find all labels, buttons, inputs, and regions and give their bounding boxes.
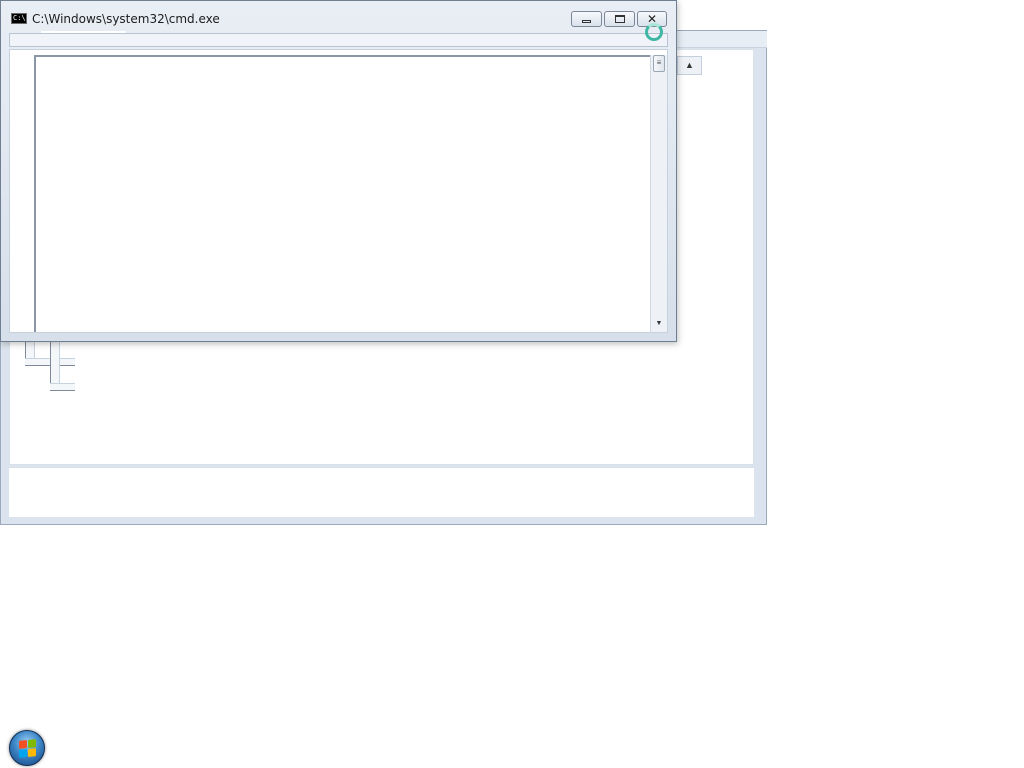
console-output-area[interactable] [34, 55, 650, 332]
console-vertical-scrollbar[interactable]: ≡ ▼ [650, 55, 667, 332]
console-icon[interactable]: C:\ [11, 13, 27, 24]
scrollbar-thumb[interactable]: ≡ [653, 55, 665, 72]
background-scroll-up-button[interactable]: ▲ [677, 56, 702, 75]
cmd-menubar [9, 33, 668, 47]
scroll-down-arrow-icon[interactable]: ▼ [654, 319, 664, 329]
nested-frame-inner-bottom [50, 383, 75, 391]
window-title: C:\Windows\system32\cmd.exe [32, 12, 220, 26]
maximize-icon [614, 15, 625, 23]
cmd-titlebar[interactable]: C:\ C:\Windows\system32\cmd.exe ✕ [1, 1, 676, 31]
windows-flag-icon [19, 739, 36, 758]
background-window-status-area [9, 467, 754, 517]
busy-cursor-icon [645, 23, 663, 41]
minimize-button[interactable] [571, 11, 602, 27]
maximize-button[interactable] [604, 11, 635, 27]
windows-start-orb-icon[interactable] [9, 730, 45, 766]
minimize-icon [582, 20, 591, 23]
